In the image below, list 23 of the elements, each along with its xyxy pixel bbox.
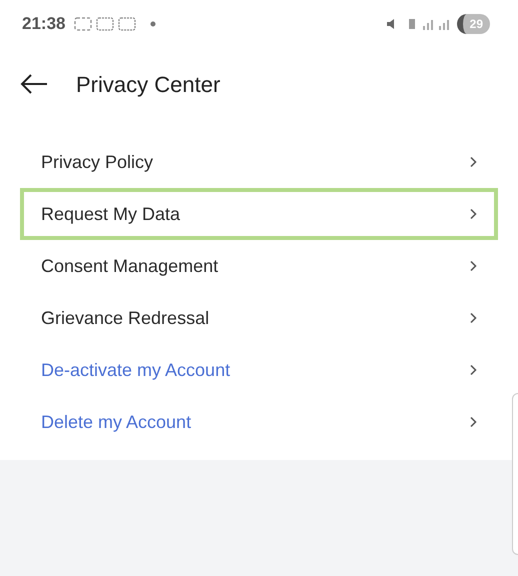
chevron-right-icon bbox=[469, 208, 477, 220]
menu-item[interactable]: Delete my Account bbox=[20, 396, 498, 448]
menu-item-label: Delete my Account bbox=[41, 410, 192, 434]
menu-item-label: Consent Management bbox=[41, 254, 218, 278]
menu-item-label: Request My Data bbox=[41, 202, 180, 226]
back-arrow-icon bbox=[20, 74, 48, 94]
chevron-right-icon bbox=[469, 312, 477, 324]
menu-item-label: Privacy Policy bbox=[41, 150, 154, 174]
status-time: 21:38 bbox=[22, 13, 66, 36]
menu-item[interactable]: De-activate my Account bbox=[20, 344, 498, 396]
menu-item[interactable]: Grievance Redressal bbox=[20, 292, 498, 344]
menu-item-label: De-activate my Account bbox=[41, 358, 230, 382]
menu-item[interactable]: Consent Management bbox=[20, 240, 498, 292]
chevron-right-icon bbox=[469, 260, 477, 272]
menu-item-label: Grievance Redressal bbox=[41, 306, 210, 330]
back-button[interactable] bbox=[20, 74, 48, 94]
chevron-right-icon bbox=[469, 364, 477, 376]
menu-item[interactable]: Request My Data bbox=[20, 188, 498, 240]
page-title: Privacy Center bbox=[76, 70, 220, 99]
battery-indicator: 29 bbox=[456, 14, 490, 34]
chevron-right-icon bbox=[469, 156, 477, 168]
menu-item[interactable]: Privacy Policy bbox=[20, 136, 498, 188]
chevron-right-icon bbox=[469, 416, 477, 428]
